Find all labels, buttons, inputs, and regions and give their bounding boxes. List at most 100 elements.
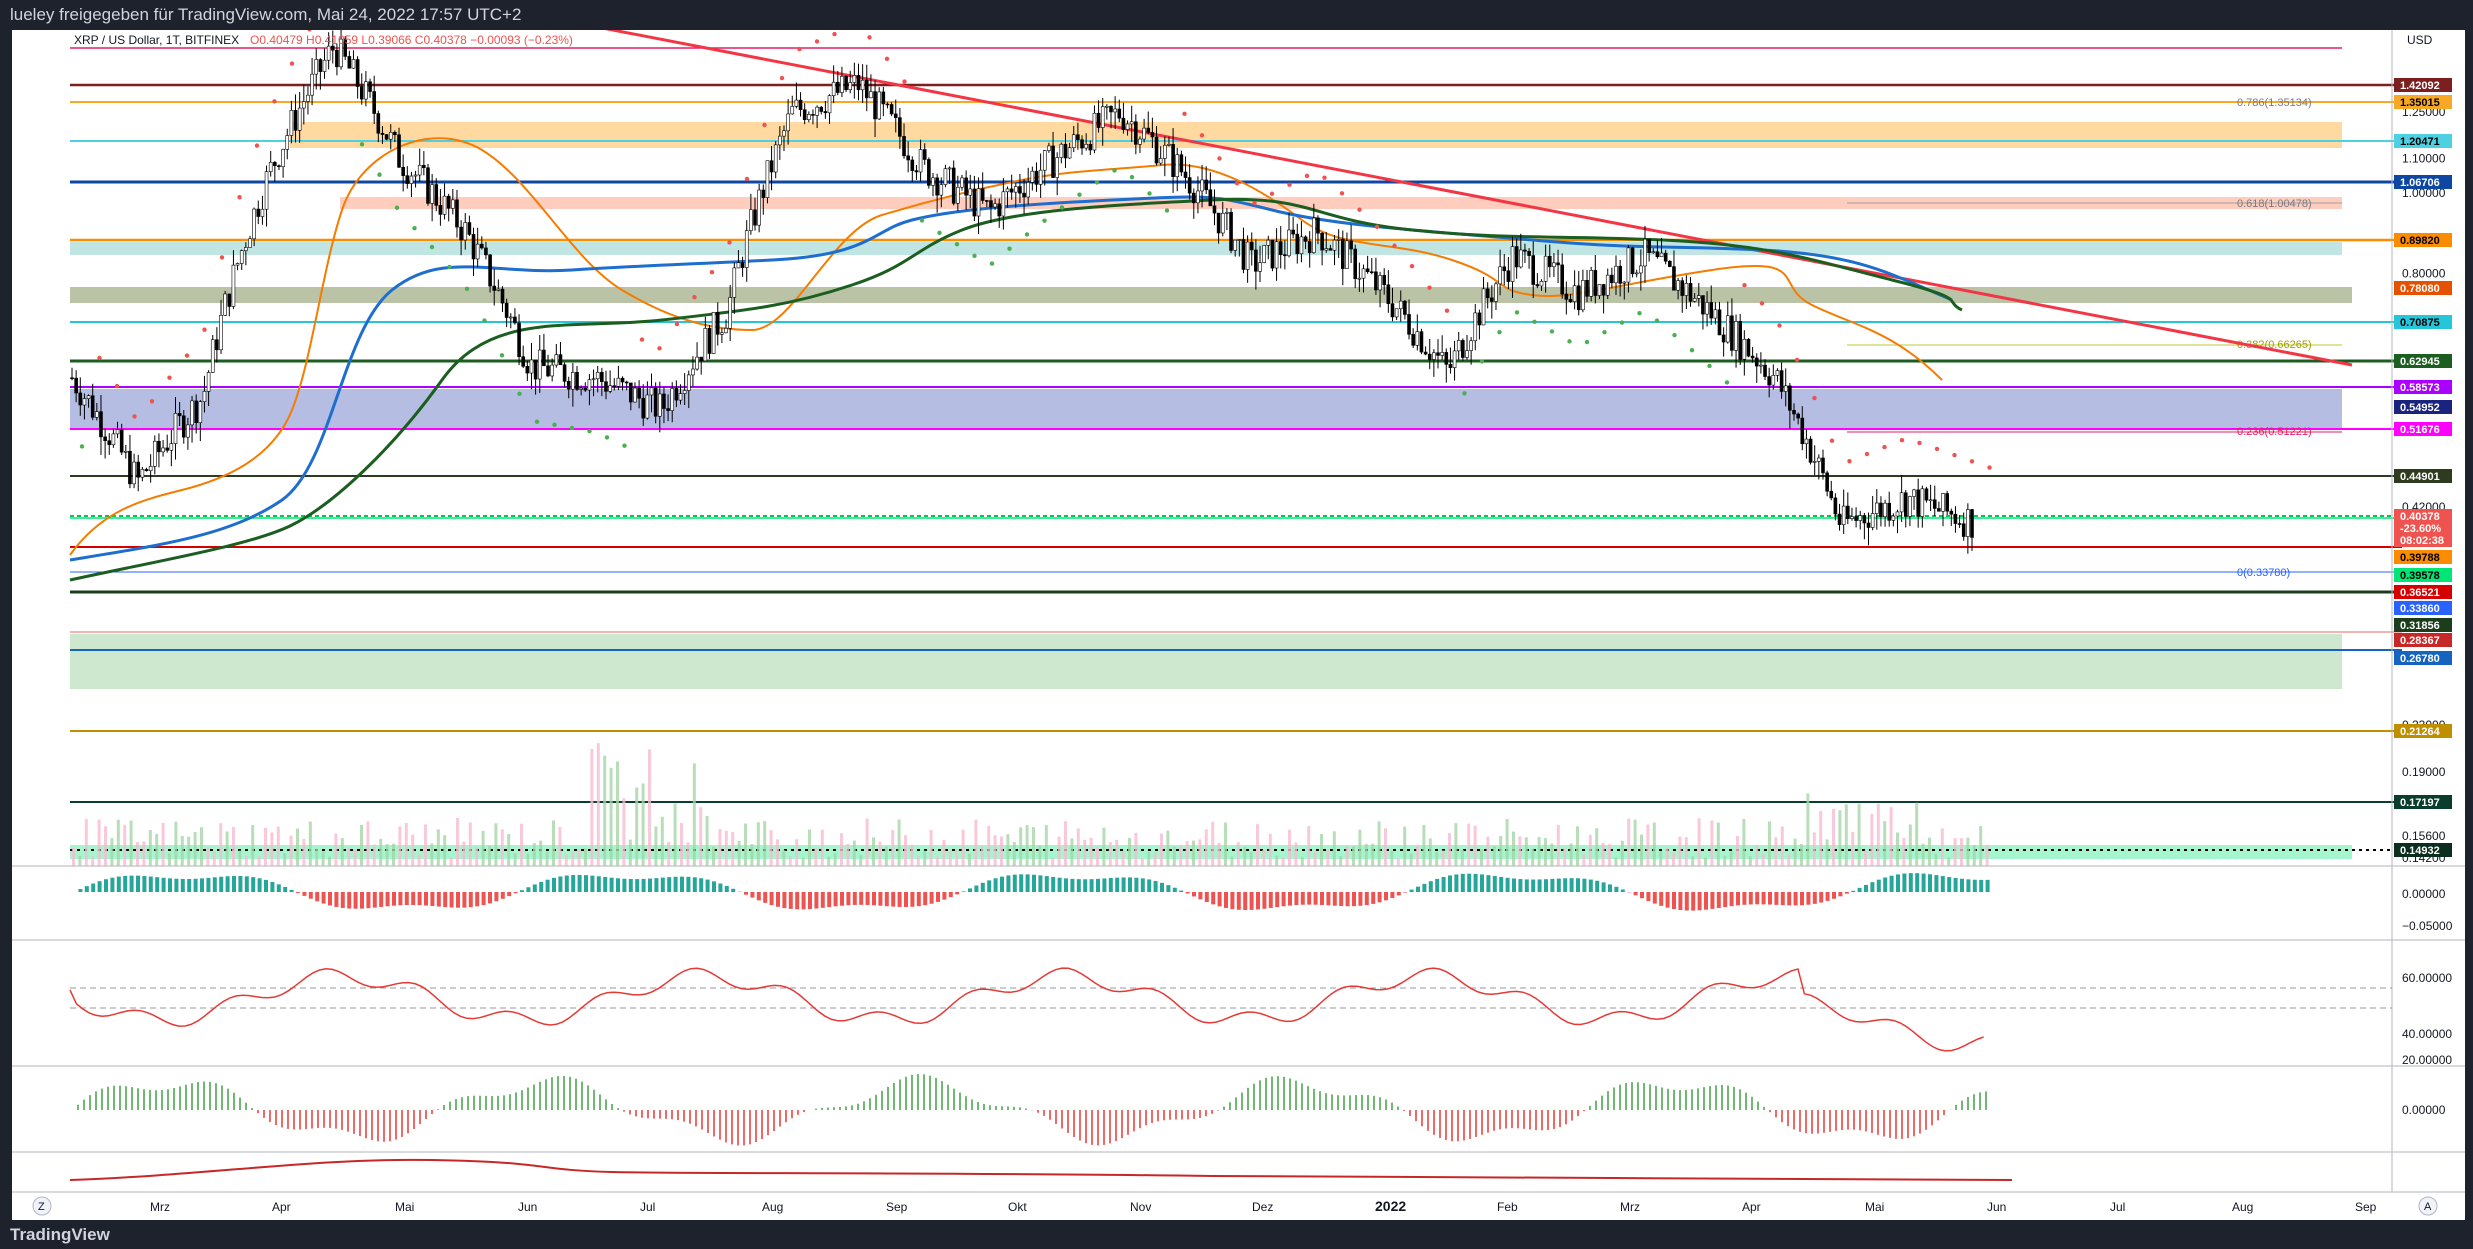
- candle-body: [1912, 489, 1916, 497]
- candle-body: [471, 234, 476, 260]
- volume-bar: [449, 857, 453, 866]
- volume-bar: [724, 830, 728, 866]
- psar-dot: [254, 143, 260, 148]
- candle-body: [641, 397, 646, 419]
- candle-body: [380, 132, 385, 135]
- macd-bar: [155, 877, 160, 892]
- macd-bar: [1793, 892, 1798, 906]
- volume-bar: [1083, 839, 1087, 866]
- volume-bar: [340, 838, 344, 866]
- candle-body: [368, 81, 372, 92]
- volume-bar: [456, 818, 459, 866]
- candle-body: [1539, 281, 1544, 287]
- oscillator-pane[interactable]: 0.00000: [72, 1074, 2446, 1146]
- candle-body: [662, 393, 666, 409]
- rsi-pane[interactable]: 60.00000 40.00000 20.00000: [69, 967, 2452, 1067]
- volume-bar: [1627, 818, 1631, 866]
- candle-body: [95, 411, 99, 418]
- macd-bar: [1870, 882, 1875, 892]
- macd-bar: [840, 892, 844, 906]
- candle-body: [827, 95, 832, 114]
- candle-body: [1386, 284, 1391, 304]
- psar-dot: [1549, 329, 1555, 334]
- macd-bar: [1140, 878, 1145, 892]
- volume-bar: [1294, 842, 1298, 866]
- volume-bar: [558, 826, 562, 866]
- volume-bar: [1857, 803, 1861, 866]
- candle-body: [579, 387, 583, 390]
- macd-bar: [769, 892, 774, 906]
- candle-body: [678, 393, 683, 401]
- chart-svg[interactable]: 0.786(1.35134) 0.618(1.00478) 0.382(0.66…: [12, 0, 2465, 1220]
- volume-bar: [1051, 856, 1055, 866]
- candle-body: [1088, 143, 1093, 151]
- volume-bar: [289, 835, 293, 866]
- candle-body: [1684, 283, 1689, 296]
- macd-bar: [123, 875, 128, 892]
- psar-dot: [937, 230, 942, 236]
- volume-bar: [1678, 836, 1682, 866]
- macd-bar: [1268, 892, 1273, 908]
- volume-bar: [136, 842, 139, 866]
- psar-dot: [1777, 323, 1782, 328]
- psar-dot: [867, 35, 872, 40]
- psar-dot: [114, 383, 120, 389]
- macd-bar: [475, 892, 480, 907]
- candle-body: [1307, 241, 1312, 253]
- candle-body: [947, 167, 952, 170]
- candle-body: [943, 168, 948, 185]
- volume-bar: [1275, 855, 1279, 866]
- psar-dot: [517, 391, 522, 396]
- candle-body: [1051, 145, 1055, 178]
- volume-bar: [1179, 845, 1183, 866]
- psar-dot: [1619, 320, 1625, 325]
- candle-body: [1717, 309, 1722, 336]
- candle-body: [480, 243, 484, 249]
- volume-bar: [1870, 813, 1874, 866]
- time-axis-ticks[interactable]: Mrz Apr Mai Jun Jul Aug Sep Okt Nov Dez 2022 Feb Mrz…: [150, 1198, 2377, 1214]
- candle-body: [310, 73, 314, 96]
- currency-label: USD: [2407, 33, 2433, 47]
- macd-bar: [1985, 879, 1990, 892]
- candle-body: [1374, 271, 1378, 291]
- candle-body: [1142, 127, 1146, 140]
- volume-bar: [680, 823, 683, 866]
- candle-body: [128, 450, 132, 485]
- chart-area[interactable]: 0.786(1.35134) 0.618(1.00478) 0.382(0.66…: [12, 0, 2465, 1220]
- candle-body: [1783, 385, 1788, 392]
- candle-body: [1833, 497, 1838, 515]
- price-tick: 1.10000: [2402, 151, 2446, 165]
- candle-body: [1005, 188, 1010, 193]
- macd-bar: [1096, 878, 1100, 892]
- macd-bar: [993, 878, 998, 892]
- volume-bar: [97, 819, 101, 866]
- macd-bar: [667, 877, 672, 892]
- pane-button-a-label: A: [2424, 1201, 2432, 1213]
- macd-bar: [686, 876, 691, 892]
- candle-body: [1208, 189, 1213, 207]
- candle-body: [1158, 158, 1163, 164]
- symbol-legend[interactable]: XRP / US Dollar, 1T, BITFINEX: [74, 33, 239, 47]
- volume-bar: [1454, 823, 1458, 866]
- volume-bar: [1332, 831, 1336, 866]
- volume-bar: [1416, 845, 1419, 866]
- candle-body: [852, 75, 857, 83]
- macd-bar: [1857, 887, 1862, 892]
- pane-button-z[interactable]: Z: [32, 1196, 52, 1216]
- macd-bar: [494, 892, 499, 902]
- candle-body: [765, 160, 770, 198]
- macd-bar: [699, 878, 704, 892]
- macd-bar: [1902, 873, 1907, 892]
- pane-button-a[interactable]: A: [2418, 1196, 2438, 1216]
- macd-bar: [1576, 878, 1580, 892]
- psar-dot: [709, 269, 715, 275]
- volume-bar: [686, 842, 690, 866]
- tradingview-logo[interactable]: TradingView: [10, 1220, 110, 1249]
- candle-body: [976, 188, 981, 217]
- macd-bar: [244, 876, 249, 892]
- macd-pane[interactable]: 0.00000 −0.05000: [78, 873, 2453, 933]
- candle-body: [778, 135, 782, 146]
- macd-bar: [264, 879, 268, 892]
- price-label-text: 0.54952: [2400, 402, 2440, 414]
- macd-bar: [673, 876, 678, 892]
